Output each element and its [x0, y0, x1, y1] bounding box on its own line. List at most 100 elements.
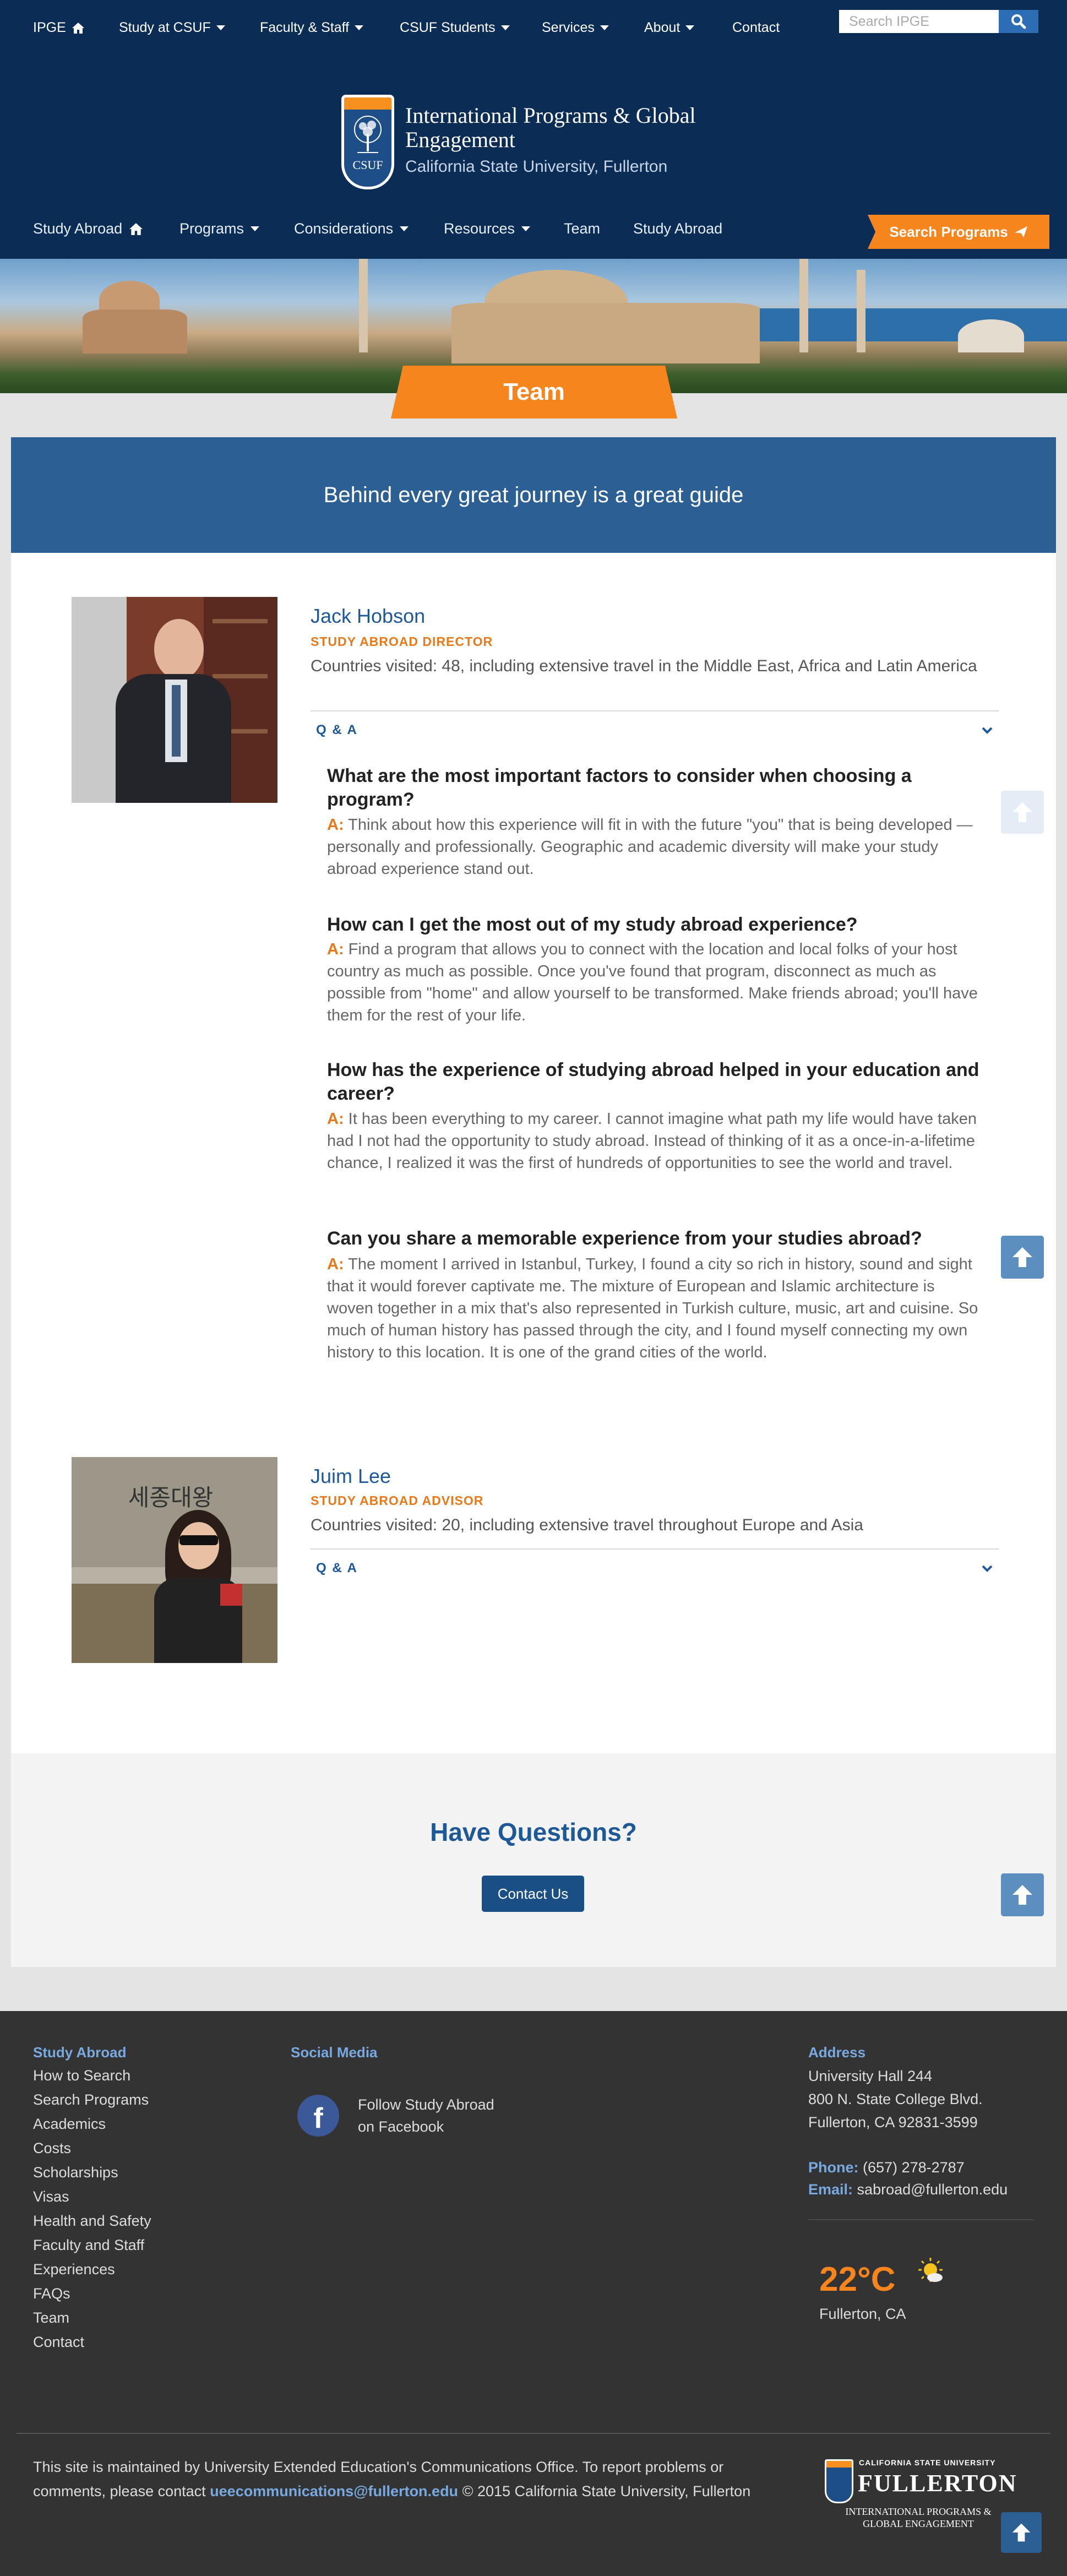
subnav-team-label: Team	[564, 220, 601, 237]
footer-divider	[17, 2433, 1050, 2434]
qa-question: What are the most important factors to c…	[327, 765, 912, 810]
scroll-top-button[interactable]	[1001, 1236, 1044, 1279]
phone-line: Phone: (657) 278-2787	[808, 2156, 965, 2178]
address-line: University Hall 244	[808, 2068, 933, 2084]
footer-study-abroad-title[interactable]: Study Abroad	[33, 2044, 126, 2061]
chevron-down-icon	[982, 727, 993, 734]
subnav-team[interactable]: Team	[564, 220, 600, 237]
subnav-resources-label: Resources	[444, 220, 515, 237]
caret-down-icon	[251, 226, 260, 231]
weather-location: Fullerton, CA	[819, 2306, 906, 2322]
scroll-top-button[interactable]	[1001, 2512, 1042, 2553]
home-icon	[129, 222, 143, 235]
nav-contact-label: Contact	[732, 20, 780, 35]
subnav-study-abroad[interactable]: Study Abroad	[633, 220, 722, 237]
footer-link[interactable]: Search Programs	[33, 2091, 149, 2108]
phone-label: Phone:	[808, 2159, 859, 2176]
chevron-down-icon	[982, 1565, 993, 1572]
team-list: Jack Hobson STUDY ABROAD DIRECTOR Countr…	[11, 553, 1056, 1753]
facebook-icon[interactable]: f	[297, 2095, 339, 2137]
tagline: Behind every great journey is a great gu…	[11, 437, 1056, 553]
footer-link[interactable]: Academics	[33, 2116, 106, 2133]
footer-link[interactable]: Team	[33, 2309, 69, 2327]
caret-down-icon	[685, 25, 695, 30]
footer-link[interactable]: Costs	[33, 2140, 71, 2157]
email-address[interactable]: sabroad@fullerton.edu	[857, 2181, 1008, 2198]
partly-sunny-icon	[918, 2258, 943, 2282]
footer-link[interactable]: How to Search	[33, 2067, 130, 2084]
arrow-up-icon	[1012, 1885, 1032, 1905]
subnav-considerations-label: Considerations	[294, 220, 394, 237]
nav-faculty-staff[interactable]: Faculty & Staff	[260, 20, 364, 36]
search-button[interactable]	[999, 10, 1038, 33]
footer-copyright: © 2015 California State University, Full…	[462, 2483, 751, 2499]
answer-label: A:	[327, 941, 344, 958]
facebook-follow-text-line1[interactable]: Follow Study Abroad	[358, 2094, 494, 2116]
arrow-up-icon	[1012, 802, 1032, 822]
site-title[interactable]: International Programs & Global Engageme…	[405, 104, 791, 152]
address-line: Fullerton, CA 92831-3599	[808, 2114, 978, 2131]
answer-label: A:	[327, 1256, 344, 1273]
answer-label: A:	[327, 1110, 344, 1128]
nav-faculty-staff-label: Faculty & Staff	[260, 20, 350, 35]
subnav-resources[interactable]: Resources	[444, 220, 531, 237]
contact-us-button[interactable]: Contact Us	[482, 1876, 584, 1912]
logo-text: CSUF	[352, 158, 383, 172]
subnav-programs[interactable]: Programs	[179, 220, 260, 237]
plane-icon	[1014, 226, 1027, 238]
qa-toggle-label: Q & A	[316, 722, 358, 737]
qa-question: How has the experience of studying abroa…	[327, 1059, 979, 1104]
search-programs-button[interactable]: Search Programs	[868, 215, 1049, 249]
nav-ipge-label: IPGE	[33, 20, 66, 35]
qa-toggle[interactable]: Q & A	[311, 1548, 999, 1587]
footer-csuf-logo[interactable]: CALIFORNIA STATE UNIVERSITY FULLERTON IN…	[824, 2455, 1016, 2532]
footer-link[interactable]: Contact	[33, 2334, 84, 2351]
phone-number[interactable]: (657) 278-2787	[863, 2159, 965, 2176]
site-header: CSUF International Programs & Global Eng…	[0, 55, 1067, 259]
qa-question: Can you share a memorable experience fro…	[327, 1228, 922, 1249]
subnav-study-abroad-home-label: Study Abroad	[33, 220, 123, 237]
footer-link[interactable]: Health and Safety	[33, 2213, 151, 2230]
subnav-programs-label: Programs	[179, 220, 244, 237]
nav-services[interactable]: Services	[542, 20, 609, 36]
questions-section: Have Questions? Contact Us	[11, 1753, 1056, 1967]
footer-contact-email[interactable]: ueecommunications@fullerton.edu	[210, 2483, 458, 2499]
site-footer: Study Abroad How to Search Search Progra…	[0, 2011, 1067, 2576]
qa-answer-text: The moment I arrived in Istanbul, Turkey…	[327, 1256, 978, 1361]
subnav-considerations[interactable]: Considerations	[294, 220, 409, 237]
team-member-countries: Countries visited: 20, including extensi…	[311, 1516, 863, 1534]
footer-divider	[808, 2219, 1034, 2220]
team-member-countries: Countries visited: 48, including extensi…	[311, 657, 977, 675]
footer-link[interactable]: Scholarships	[33, 2164, 118, 2181]
footer-link[interactable]: Faculty and Staff	[33, 2237, 144, 2254]
logo-department-line: INTERNATIONAL PROGRAMS & GLOBAL ENGAGEME…	[845, 2506, 992, 2529]
search-input[interactable]: Search IPGE	[839, 10, 999, 33]
csuf-logo[interactable]: CSUF	[341, 95, 394, 189]
nav-study-at-csuf[interactable]: Study at CSUF	[119, 20, 225, 36]
caret-down-icon	[400, 226, 409, 231]
facebook-follow-text-line2[interactable]: on Facebook	[358, 2116, 444, 2138]
nav-ipge[interactable]: IPGE	[33, 20, 85, 36]
caret-down-icon	[600, 25, 609, 30]
scroll-top-button[interactable]	[1001, 791, 1044, 834]
nav-about-label: About	[644, 20, 681, 35]
photo-sign-text: 세종대왕	[128, 1484, 214, 1511]
nav-study-at-csuf-label: Study at CSUF	[119, 20, 211, 35]
banner-building	[83, 309, 187, 354]
email-label: Email:	[808, 2181, 853, 2198]
subnav-study-abroad-label: Study Abroad	[633, 220, 723, 237]
nav-contact[interactable]: Contact	[732, 20, 780, 36]
qa-answer-text: Think about how this experience will fit…	[327, 816, 973, 878]
qa-toggle[interactable]: Q & A	[311, 710, 999, 749]
scroll-top-button[interactable]	[1001, 1873, 1044, 1916]
questions-title: Have Questions?	[430, 1818, 637, 1846]
team-member-role: STUDY ABROAD ADVISOR	[311, 1493, 484, 1508]
nav-csuf-students[interactable]: CSUF Students	[400, 20, 510, 36]
footer-link[interactable]: FAQs	[33, 2285, 70, 2302]
logo-university-line: CALIFORNIA STATE UNIVERSITY	[859, 2458, 996, 2467]
qa-answer-text: Find a program that allows you to connec…	[327, 941, 978, 1024]
footer-link[interactable]: Experiences	[33, 2261, 115, 2278]
footer-link[interactable]: Visas	[33, 2188, 69, 2205]
nav-about[interactable]: About	[644, 20, 695, 36]
subnav-study-abroad-home[interactable]: Study Abroad	[33, 220, 143, 237]
